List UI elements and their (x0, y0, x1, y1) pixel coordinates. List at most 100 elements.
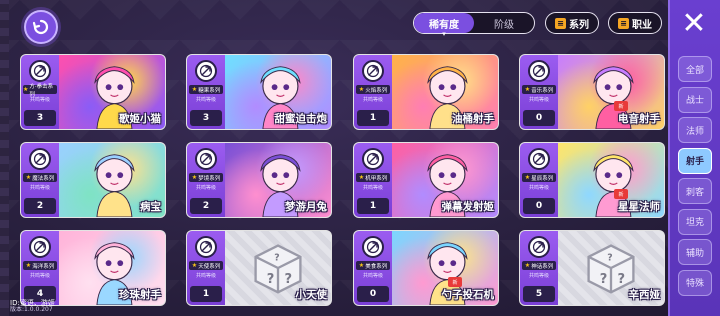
side-tab-label: 刺客 (685, 187, 704, 198)
tab-rarity-label: 稀有度 (429, 19, 459, 31)
series-tag-label: 火焰系列 (365, 87, 388, 94)
character-name: 勺子投石机 (441, 289, 495, 301)
side-tab-label: 坦克 (685, 218, 704, 228)
job-class-icon (29, 60, 51, 82)
character-name: 星星法师 (618, 201, 660, 213)
side-tab-5[interactable]: 坦克 (678, 208, 712, 235)
series-tag-label: 神话系列 (531, 263, 554, 270)
resonance-label: 共鸣等级 (528, 273, 549, 279)
side-tab-7[interactable]: 特殊 (678, 269, 712, 296)
svg-text:?: ? (607, 253, 612, 264)
series-tag: ★ 火焰系列 (356, 85, 390, 94)
series-tag-label: 星辰系列 (531, 175, 554, 182)
series-filter-button[interactable]: ≡ 系列 (545, 12, 599, 34)
star-icon: ★ (524, 86, 531, 93)
new-badge: 新 (614, 189, 628, 199)
character-name: 梦游月兔 (285, 201, 327, 213)
svg-text:?: ? (617, 272, 625, 287)
side-tab-label: 法师 (685, 126, 704, 137)
side-tab-label: 全部 (685, 65, 704, 76)
side-tab-label: 战士 (685, 96, 704, 106)
character-card[interactable]: ★ 糖果系列 共鸣等级 3 甜蜜迫击炮 (186, 54, 332, 130)
card-count: 3 (190, 110, 222, 126)
resonance-label: 共鸣等级 (29, 185, 50, 191)
series-filter-label: 系列 (569, 19, 589, 31)
job-class-icon (362, 148, 384, 170)
tab-rarity[interactable]: 稀有度 ▾ (414, 13, 474, 38)
card-count: 1 (190, 286, 222, 302)
character-card[interactable]: ★ 音乐系列 共鸣等级 0 新电音射手 (519, 54, 665, 130)
series-tag-label: 梦境系列 (198, 175, 221, 182)
series-tag: ★ 机甲系列 (356, 173, 390, 182)
resonance-label: 共鸣等级 (528, 97, 549, 103)
series-tag-label: 天使系列 (198, 263, 221, 270)
resonance-label: 共鸣等级 (362, 97, 383, 103)
star-icon: ★ (524, 262, 531, 269)
close-icon: ✕ (681, 6, 707, 41)
series-tag: ★ 梦境系列 (189, 173, 223, 182)
star-icon: ★ (23, 86, 29, 93)
character-name: 电音射手 (618, 113, 660, 125)
card-count: 3 (24, 110, 56, 126)
side-tab-3[interactable]: 射手 (678, 147, 712, 174)
star-icon: ★ (358, 86, 365, 93)
close-button[interactable]: ✕ (678, 8, 710, 40)
card-count: 0 (523, 198, 555, 214)
side-tab-1[interactable]: 战士 (678, 86, 712, 113)
series-tag: ★ 魔法系列 (23, 173, 57, 182)
character-card[interactable]: ★ 方·拳击系列 共鸣等级 3 歌姬小猫 (20, 54, 166, 130)
character-name: 小天使 (295, 289, 328, 301)
series-tag: ★ 星辰系列 (522, 173, 556, 182)
character-name: 油桶射手 (452, 113, 494, 125)
back-button[interactable] (24, 10, 58, 44)
side-tab-2[interactable]: 法师 (678, 117, 712, 143)
job-class-icon (528, 60, 550, 82)
star-icon: ★ (358, 262, 365, 269)
character-card[interactable]: ★ 机甲系列 共鸣等级 1 弹幕发射姬 (353, 142, 499, 218)
filter-icon: ≡ (618, 17, 629, 29)
character-card[interactable]: ??? ★ 天使系列 共鸣等级 1 小天使 (186, 230, 332, 306)
side-tab-label: 辅助 (685, 248, 704, 259)
version-info: ID:蜜语、游姬 版本:1.0.0.207 (10, 299, 55, 314)
side-tab-0[interactable]: 全部 (678, 56, 712, 82)
tab-tier[interactable]: 阶级 (474, 13, 534, 33)
card-count: 1 (357, 198, 389, 214)
character-card[interactable]: ★ 火焰系列共鸣等级 1 油桶射手 (353, 54, 499, 130)
svg-text:?: ? (274, 253, 279, 264)
card-count: 1 (357, 110, 389, 126)
character-card[interactable]: ★ 海洋系列 共鸣等级 4 珍珠射手 (20, 230, 166, 306)
star-icon: ★ (191, 262, 198, 269)
resonance-label: 共鸣等级 (29, 97, 50, 103)
character-card[interactable]: ??? ★ 神话系列 共鸣等级 5 辛西娅 (519, 230, 665, 306)
side-tab-6[interactable]: 辅助 (678, 239, 712, 265)
character-card[interactable]: ★ 魔法系列共鸣等级 2 病宝 (20, 142, 166, 218)
character-card[interactable]: ★ 美食系列 共鸣等级 0 新勺子投石机 (353, 230, 499, 306)
series-tag: ★ 音乐系列 (522, 85, 556, 94)
job-class-icon (195, 236, 217, 258)
star-icon: ★ (191, 86, 198, 93)
job-class-icon (29, 148, 51, 170)
character-name: 病宝 (140, 201, 161, 213)
side-tab-4[interactable]: 刺客 (678, 178, 712, 204)
svg-text:?: ? (266, 272, 274, 287)
character-card[interactable]: ★ 星辰系列共鸣等级 0 新星星法师 (519, 142, 665, 218)
series-tag: ★ 美食系列 (356, 261, 390, 270)
resonance-label: 共鸣等级 (362, 273, 383, 279)
tab-tier-label: 阶级 (494, 19, 514, 31)
job-class-icon (528, 148, 550, 170)
job-class-icon (195, 148, 217, 170)
card-count: 2 (24, 198, 56, 214)
star-icon: ★ (358, 174, 365, 181)
star-icon: ★ (524, 174, 531, 181)
job-filter-button[interactable]: ≡ 职业 (608, 12, 662, 34)
series-tag: ★ 海洋系列 (23, 261, 57, 270)
character-card[interactable]: ★ 梦境系列 共鸣等级 2 梦游月兔 (186, 142, 332, 218)
card-count: 5 (523, 286, 555, 302)
svg-text:?: ? (284, 272, 292, 287)
version-text: 版本:1.0.0.207 (10, 306, 53, 314)
series-tag: ★ 糖果系列 (189, 85, 223, 94)
resonance-label: 共鸣等级 (528, 185, 549, 191)
job-class-icon (362, 236, 384, 258)
character-name: 辛西娅 (628, 289, 661, 301)
back-arrow-icon (32, 19, 49, 35)
